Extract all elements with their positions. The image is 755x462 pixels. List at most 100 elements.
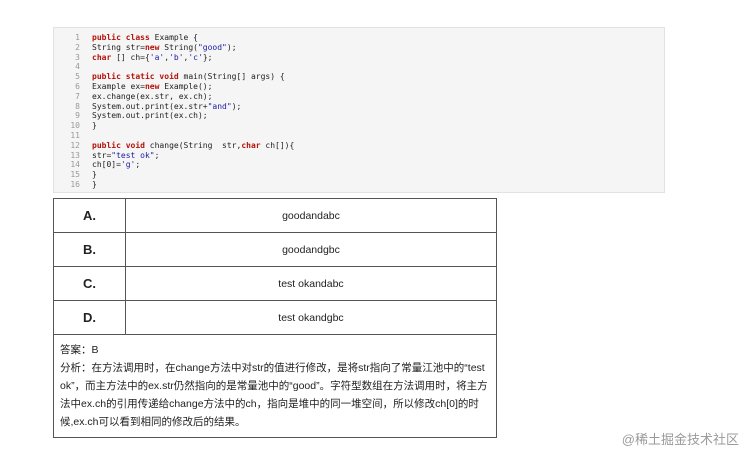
code-line: 3 char [] ch={'a','b','c'}; (54, 53, 664, 63)
code-line: 2 String str=new String("good"); (54, 43, 664, 53)
code-token: Example(); (159, 81, 213, 91)
line-number: 8 (75, 101, 80, 111)
code-line: 1 public class Example { (54, 33, 664, 43)
explanation-cell: 答案：B 分析：在方法调用时，在change方法中对str的值进行修改，是将st… (53, 334, 497, 438)
code-token: 'a' (149, 52, 165, 62)
line-number: 5 (75, 72, 80, 82)
option-text: goodandgbc (125, 232, 497, 267)
code-token: new (144, 42, 160, 52)
code-line: 13 str="test ok"; (54, 151, 664, 161)
code-line: 8 System.out.print(ex.str+"and"); (54, 102, 664, 112)
answer-text: 答案：B (60, 344, 99, 356)
code-text: } (92, 180, 97, 190)
line-number: 6 (75, 81, 80, 91)
code-token: public void (92, 140, 145, 150)
code-text: } (92, 121, 97, 131)
code-token: str= (92, 150, 112, 160)
line-number: 15 (70, 170, 80, 180)
code-text: Example ex=new Example(); (92, 82, 212, 92)
line-number: 10 (70, 121, 80, 131)
line-number: 14 (70, 160, 80, 170)
option-letter: C. (53, 266, 126, 301)
code-token: String str= (92, 42, 145, 52)
code-token: ch[0]= (92, 160, 121, 170)
code-text: ex.change(ex.str, ex.ch); (92, 92, 212, 102)
code-token: ; (135, 160, 141, 170)
code-token: new (144, 81, 160, 91)
watermark: @稀土掘金技术社区 (621, 432, 739, 447)
code-line: 6 Example ex=new Example(); (54, 82, 664, 92)
option-row: C. test okandabc (53, 266, 497, 301)
line-number: 2 (75, 42, 80, 52)
code-text: public class Example { (92, 33, 198, 43)
option-letter: D. (53, 300, 126, 335)
code-token: System.out.print(ex.ch); (92, 111, 208, 121)
code-token: public static void (92, 72, 179, 82)
line-number: 9 (75, 111, 80, 121)
code-token: ); (231, 101, 242, 111)
code-text: String str=new String("good"); (92, 43, 237, 53)
code-text: public void change(String str,char ch[])… (92, 141, 294, 151)
code-token: } (92, 170, 97, 180)
code-token: [] ch={ (111, 52, 150, 62)
code-token: Example ex= (92, 81, 145, 91)
code-token: public class (92, 33, 155, 42)
code-token: 'c' (188, 52, 203, 62)
line-number: 1 (75, 33, 80, 42)
option-text: goodandabc (125, 198, 497, 233)
code-text: System.out.print(ex.ch); (92, 111, 208, 121)
line-number: 12 (70, 140, 80, 150)
code-token: Example { (154, 33, 198, 42)
code-token: String( (159, 42, 198, 52)
option-letter: A. (53, 198, 126, 233)
code-text: public static void main(String[] args) { (92, 72, 285, 82)
option-text: test okandgbc (125, 300, 497, 335)
code-token: "good" (197, 42, 227, 52)
code-token: } (92, 179, 97, 189)
code-line: 14 ch[0]='g'; (54, 160, 664, 170)
line-number: 11 (70, 130, 80, 140)
code-token: ex.change(ex.str, ex.ch); (92, 91, 213, 101)
code-token: System.out.print(ex.str+ (92, 101, 208, 111)
code-line: 11 (54, 131, 664, 141)
code-line: 5 public static void main(String[] args) … (54, 72, 664, 82)
option-row: B. goodandgbc (53, 232, 497, 267)
code-line: 10} (54, 121, 664, 131)
code-token: ); (226, 42, 237, 52)
code-token: change(String str, (144, 140, 242, 150)
code-text: System.out.print(ex.str+"and"); (92, 102, 241, 112)
code-line: 7 ex.change(ex.str, ex.ch); (54, 92, 664, 102)
code-token: "and" (207, 101, 232, 111)
code-token: } (92, 121, 97, 131)
code-line: 4 (54, 62, 664, 72)
code-token: char (241, 140, 261, 150)
options-table: A. goodandabc B. goodandgbc C. test okandabc D… (53, 198, 497, 438)
line-number: 3 (75, 52, 80, 62)
code-text: } (92, 170, 97, 180)
explanation-row: 答案：B 分析：在方法调用时，在change方法中对str的值进行修改，是将st… (53, 334, 497, 438)
code-line: 9 System.out.print(ex.ch); (54, 111, 664, 121)
option-row: D. test okandgbc (53, 300, 497, 335)
analysis-text: 分析：在方法调用时，在change方法中对str的值进行修改，是将str指向了常… (60, 362, 488, 428)
code-line: 12 public void change(String str,char ch[… (54, 141, 664, 151)
code-text: str="test ok"; (92, 151, 159, 161)
code-token: ch[]){ (260, 140, 295, 150)
code-token: }; (202, 52, 213, 62)
code-line: 16} (54, 180, 664, 190)
code-token: 'b' (169, 52, 184, 62)
option-text: test okandabc (125, 266, 497, 301)
line-number: 7 (75, 91, 80, 101)
code-token: ; (154, 150, 160, 160)
code-text: ch[0]='g'; (92, 160, 140, 170)
option-row: A. goodandabc (53, 198, 497, 233)
line-number: 4 (75, 62, 80, 72)
code-token: char (92, 52, 112, 62)
code-token: "test ok" (111, 150, 155, 160)
code-text: char [] ch={'a','b','c'}; (92, 53, 212, 63)
code-block: 1 public class Example {2 String str=new S… (53, 27, 665, 193)
line-number: 13 (70, 150, 80, 160)
code-line: 15} (54, 170, 664, 180)
option-letter: B. (53, 232, 126, 267)
line-number: 16 (70, 179, 80, 189)
code-token: 'g' (120, 160, 136, 170)
